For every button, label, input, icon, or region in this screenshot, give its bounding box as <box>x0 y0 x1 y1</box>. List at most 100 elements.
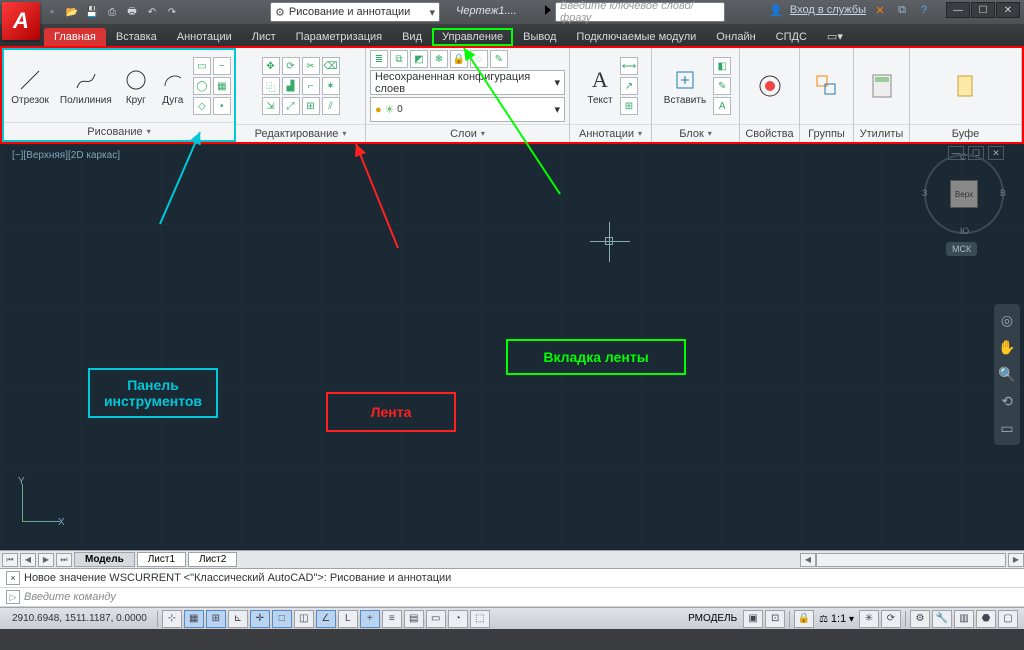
tool-insert-block[interactable]: Вставить <box>660 67 710 106</box>
sb-3dosnap-icon[interactable]: ◫ <box>294 610 314 628</box>
qa-redo-icon[interactable]: ↷ <box>164 4 180 20</box>
tool-edit-block-icon[interactable]: ✎ <box>713 77 731 95</box>
tab-prev-icon[interactable]: ◀ <box>20 553 36 567</box>
layer-config-combo[interactable]: Несохраненная конфигурация слоев▾ <box>370 70 565 95</box>
nav-show-icon[interactable]: ▭ <box>1000 420 1013 437</box>
sb-otrack-icon[interactable]: ∠ <box>316 610 336 628</box>
qa-new-icon[interactable]: ▫ <box>44 4 60 20</box>
tool-move-icon[interactable]: ✥ <box>262 57 280 75</box>
panel-layers-title[interactable]: Слои▾ <box>366 124 569 142</box>
tool-arc[interactable]: Дуга <box>156 67 190 106</box>
tool-erase-icon[interactable]: ⌫ <box>322 57 340 75</box>
panel-clip-title[interactable]: Буфе <box>910 124 1021 142</box>
hscrollbar[interactable] <box>816 553 1006 567</box>
viewcube[interactable]: Верх С Ю В З МСК <box>924 154 1004 234</box>
app-logo[interactable]: A <box>2 2 40 40</box>
viewcube-wcs[interactable]: МСК <box>946 242 977 256</box>
tab-last-icon[interactable]: ⏭ <box>56 553 72 567</box>
status-space[interactable]: РМОДЕЛЬ <box>684 613 741 624</box>
tool-explode-icon[interactable]: ✶ <box>322 77 340 95</box>
tool-clipboard[interactable] <box>949 73 983 99</box>
qa-undo-icon[interactable]: ↶ <box>144 4 160 20</box>
sb-hw-icon[interactable]: ▥ <box>954 610 974 628</box>
tab-sheet[interactable]: Лист <box>242 28 286 46</box>
tab-sheet2[interactable]: Лист2 <box>188 552 237 567</box>
maximize-button[interactable]: ☐ <box>971 2 995 18</box>
hscroll-right-icon[interactable]: ▶ <box>1008 553 1024 567</box>
tool-groups[interactable] <box>810 73 844 99</box>
sb-qv-icon[interactable]: ⊡ <box>765 610 785 628</box>
drawing-canvas[interactable]: [−][Верхняя][2D каркас] — ☐ ✕ YX Верх С … <box>0 144 1024 550</box>
tab-model[interactable]: Модель <box>74 552 135 567</box>
tool-utilities[interactable] <box>865 73 899 99</box>
sb-ducs-icon[interactable]: L <box>338 610 358 628</box>
sb-ws-icon[interactable]: ⚙ <box>910 610 930 628</box>
tool-properties[interactable] <box>753 73 787 99</box>
sb-toolbar-icon[interactable]: 🔧 <box>932 610 952 628</box>
tab-view[interactable]: Вид <box>392 28 432 46</box>
tool-fillet-icon[interactable]: ⌐ <box>302 77 320 95</box>
layer-lock-icon[interactable]: 🔒 <box>450 50 468 68</box>
tab-param[interactable]: Параметризация <box>286 28 392 46</box>
sb-lwt-icon[interactable]: ≡ <box>382 610 402 628</box>
tool-offset-icon[interactable]: ⫽ <box>322 97 340 115</box>
nav-wheel-icon[interactable]: ◎ <box>1001 312 1013 329</box>
viewport-label[interactable]: [−][Верхняя][2D каркас] <box>12 150 120 161</box>
nav-pan-icon[interactable]: ✋ <box>998 339 1015 356</box>
tool-circle[interactable]: Круг <box>119 67 153 106</box>
sb-polar-icon[interactable]: ✛ <box>250 610 270 628</box>
sb-layout-icon[interactable]: ▣ <box>743 610 763 628</box>
tool-poly-icon[interactable]: ◇ <box>193 97 211 115</box>
signin-link[interactable]: Вход в службы <box>790 4 866 16</box>
tab-sheet1[interactable]: Лист1 <box>137 552 186 567</box>
tab-annotate[interactable]: Аннотации <box>167 28 242 46</box>
tab-next-icon[interactable]: ▶ <box>38 553 54 567</box>
layer-off-icon[interactable]: ◌ <box>470 50 488 68</box>
sb-annovis-icon[interactable]: ✳ <box>859 610 879 628</box>
exchange-x-icon[interactable]: ✕ <box>872 2 888 18</box>
tool-mirror-icon[interactable]: ▟ <box>282 77 300 95</box>
layer-match-icon[interactable]: ✎ <box>490 50 508 68</box>
sb-annoauto-icon[interactable]: ⟳ <box>881 610 901 628</box>
command-input[interactable]: ▷ Введите команду <box>0 588 1024 607</box>
layer-state-icon[interactable]: ⧉ <box>390 50 408 68</box>
tab-spds[interactable]: СПДС <box>766 28 817 46</box>
qa-open-icon[interactable]: 📂 <box>64 4 80 20</box>
tool-attr-icon[interactable]: A <box>713 97 731 115</box>
sb-ortho-icon[interactable]: ⊾ <box>228 610 248 628</box>
tool-leader-icon[interactable]: ↗ <box>620 77 638 95</box>
panel-edit-title[interactable]: Редактирование▾ <box>236 124 365 142</box>
nav-zoom-icon[interactable]: 🔍 <box>998 366 1015 383</box>
minimize-button[interactable]: — <box>946 2 970 18</box>
sb-infer-icon[interactable]: ⊹ <box>162 610 182 628</box>
viewcube-face[interactable]: Верх <box>950 180 978 208</box>
tab-insert[interactable]: Вставка <box>106 28 167 46</box>
tool-rotate-icon[interactable]: ⟳ <box>282 57 300 75</box>
tool-scale-icon[interactable]: ⤢ <box>282 97 300 115</box>
close-button[interactable]: ✕ <box>996 2 1020 18</box>
layer-current-combo[interactable]: ● ☀ 0▾ <box>370 97 565 122</box>
panel-block-title[interactable]: Блок▾ <box>652 124 739 142</box>
tool-line[interactable]: Отрезок <box>7 67 53 106</box>
tool-spline-icon[interactable]: ~ <box>213 57 231 75</box>
qa-plot-icon[interactable]: 🖶 <box>124 4 140 20</box>
sb-osnap-icon[interactable]: □ <box>272 610 292 628</box>
tab-output[interactable]: Вывод <box>513 28 566 46</box>
panel-groups-title[interactable]: Группы <box>800 124 853 142</box>
sb-am-icon[interactable]: ⬚ <box>470 610 490 628</box>
tab-plugins[interactable]: Подключаемые модули <box>566 28 706 46</box>
sb-sc-icon[interactable]: ◔ <box>448 610 468 628</box>
status-scale[interactable]: ⚖ 1:1 ▾ <box>816 613 857 625</box>
sb-tpy-icon[interactable]: ▤ <box>404 610 424 628</box>
tool-trim-icon[interactable]: ✂ <box>302 57 320 75</box>
tool-copy-icon[interactable]: ⿻ <box>262 77 280 95</box>
search-input[interactable]: Введите ключевое слово/фразу <box>555 2 725 22</box>
layer-iso-icon[interactable]: ◩ <box>410 50 428 68</box>
nav-orbit-icon[interactable]: ⟲ <box>1001 393 1013 410</box>
user-icon[interactable]: 👤 <box>768 2 784 18</box>
tab-manage[interactable]: Управление <box>432 28 513 46</box>
tool-dim-icon[interactable]: ⟷ <box>620 57 638 75</box>
sb-annoscale-icon[interactable]: 🔒 <box>794 610 814 628</box>
hscroll-left-icon[interactable]: ◀ <box>800 553 816 567</box>
tool-polyline[interactable]: Полилиния <box>56 67 116 106</box>
